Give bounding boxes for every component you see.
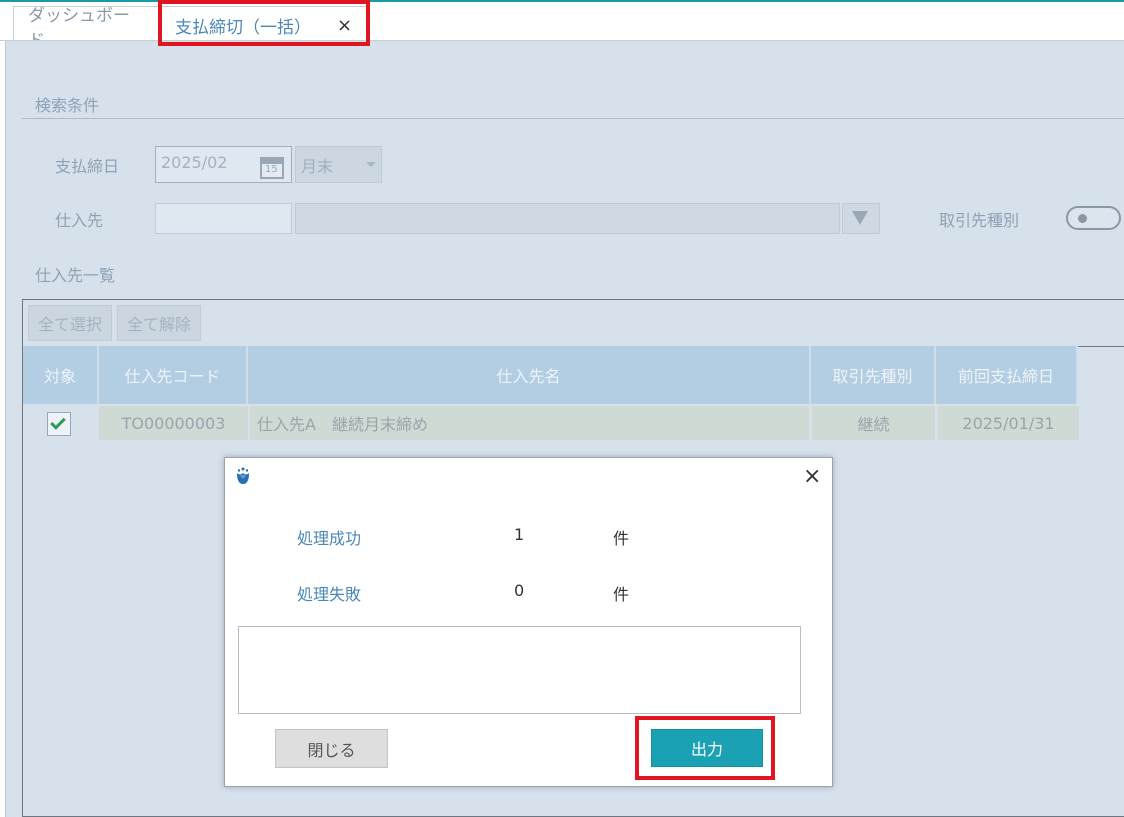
row-checkbox[interactable] [47,412,71,436]
supplier-label: 仕入先 [55,211,104,230]
tab-dashboard[interactable]: ダッシュボード [13,6,161,51]
calendar-icon[interactable]: 15 [260,157,284,179]
pay-close-date-value: 2025/02 [161,153,228,172]
checkmark-icon [50,414,66,430]
result-dialog: × 処理成功 1 件 処理失敗 0 件 閉じる 出力 [224,457,833,787]
fail-label: 処理失敗 [297,585,362,604]
calendar-day-text: 15 [265,164,278,175]
select-all-button[interactable]: 全て選択 [28,305,112,341]
dialog-close-icon[interactable]: × [803,464,821,489]
partner-type-label: 取引先種別 [939,211,1020,230]
supplier-dropdown-icon [852,211,868,225]
supplier-list-title: 仕入先一覧 [35,266,116,285]
fail-unit: 件 [613,585,630,604]
message-textarea[interactable] [238,626,801,714]
pay-close-date-label: 支払締日 [55,157,120,176]
partner-type-toggle[interactable] [1066,206,1121,230]
success-label: 処理成功 [297,529,362,548]
row-partner-type: 継続 [812,406,935,440]
success-unit: 件 [613,529,630,548]
search-section-divider [22,118,1124,119]
column-header-last-close-date[interactable]: 前回支払締日 [936,346,1078,404]
app-logo-icon [237,467,249,484]
search-section-title: 検索条件 [35,96,100,115]
deselect-all-button[interactable]: 全て解除 [117,305,201,341]
success-count: 1 [514,525,525,544]
period-dropdown-icon[interactable] [366,162,376,167]
row-supplier-name: 仕入先A 継続月末締め [250,406,809,440]
output-highlight-box [635,716,775,780]
row-supplier-code: TO00000003 [99,406,248,440]
fail-count: 0 [514,581,525,600]
column-header-supplier-code[interactable]: 仕入先コード [99,346,248,404]
column-header-target[interactable]: 対象 [23,346,99,404]
close-button[interactable]: 閉じる [275,729,388,768]
supplier-name-select[interactable] [295,203,840,234]
column-header-partner-type[interactable]: 取引先種別 [811,346,936,404]
column-header-supplier-name[interactable]: 仕入先名 [248,346,811,404]
tab-highlight-box [158,0,370,46]
supplier-code-input[interactable] [155,203,292,234]
period-select-value: 月末 [301,157,334,176]
row-last-close-date: 2025/01/31 [938,406,1079,440]
